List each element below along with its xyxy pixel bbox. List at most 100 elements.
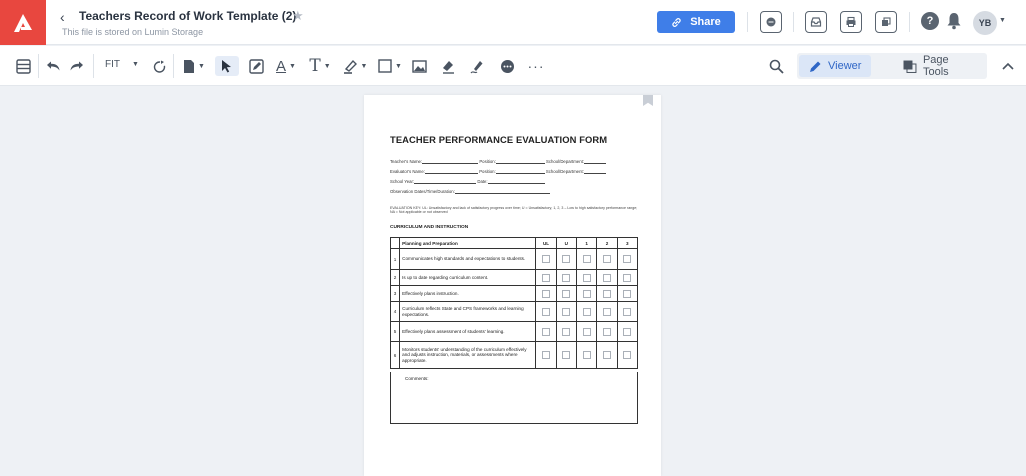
tray-icon[interactable] (805, 11, 827, 33)
rating-checkbox[interactable] (582, 289, 591, 298)
divider (93, 54, 94, 78)
mode-switcher: Viewer Page Tools (797, 53, 987, 79)
rating-checkbox[interactable] (623, 327, 632, 336)
rating-checkbox[interactable] (623, 255, 632, 263)
rating-checkbox[interactable] (582, 255, 591, 263)
field-line[interactable] (487, 180, 545, 184)
rating-checkbox[interactable] (542, 327, 550, 336)
rating-checkbox[interactable] (602, 255, 611, 263)
rating-checkbox[interactable] (602, 273, 611, 282)
chevron-down-icon[interactable]: ▼ (132, 61, 139, 68)
rating-checkbox[interactable] (562, 351, 571, 359)
help-icon[interactable]: ? (921, 12, 939, 30)
field-line[interactable] (422, 160, 479, 164)
field-line[interactable] (454, 190, 550, 194)
row-number: 3 (389, 285, 401, 302)
form-row-evaluator: Evaluator's Name: Position: School/Depar… (390, 169, 606, 174)
file-title[interactable]: Teachers Record of Work Template (2) (79, 9, 296, 23)
text-tool-icon[interactable]: T ▼ (307, 56, 333, 76)
rating-checkbox[interactable] (602, 327, 611, 336)
rating-checkbox[interactable] (623, 307, 632, 316)
zoom-select[interactable]: FIT (105, 59, 120, 70)
table-header-cell: 3 (616, 237, 639, 249)
collapse-icon[interactable] (999, 56, 1017, 76)
field-label: Evaluator's Name: (390, 169, 425, 174)
rating-checkbox[interactable] (542, 289, 550, 298)
redo-icon[interactable] (68, 56, 86, 76)
row-criterion: Monitors students' understanding of the … (399, 341, 537, 369)
lumin-logo-icon (14, 13, 32, 32)
page-tools-mode-button[interactable]: Page Tools (893, 54, 987, 78)
table-header-cell: 1 (575, 237, 598, 249)
back-icon[interactable]: ‹ (60, 9, 65, 25)
rating-checkbox[interactable] (562, 307, 571, 316)
field-label: School Year: (390, 179, 415, 184)
link-icon (672, 17, 681, 27)
row-number: 5 (389, 321, 401, 342)
star-icon[interactable]: ★ (292, 8, 304, 24)
search-icon[interactable] (767, 56, 785, 76)
toolbar: FIT ▼ ▼ A ▼ T ▼ ▼ ▼ ··· Viewer Page Tool… (0, 46, 1026, 86)
table-header-cell: UL (535, 237, 557, 249)
field-line[interactable] (495, 160, 545, 164)
rating-checkbox[interactable] (623, 289, 632, 298)
duplicate-icon[interactable] (875, 11, 897, 33)
page-icon[interactable]: ▼ (181, 56, 207, 76)
table-header-cell: 2 (596, 237, 618, 249)
viewer-mode-button[interactable]: Viewer (799, 55, 872, 77)
highlighter-icon[interactable]: ▼ (342, 56, 368, 76)
rating-checkbox[interactable] (602, 351, 611, 359)
text-color-icon[interactable]: A ▼ (273, 56, 299, 76)
shape-icon[interactable]: ▼ (377, 56, 403, 76)
layout-icon[interactable] (14, 56, 32, 76)
field-line[interactable] (495, 170, 545, 174)
rating-checkbox[interactable] (542, 255, 550, 263)
rating-checkbox[interactable] (582, 273, 591, 282)
rating-checkbox[interactable] (582, 351, 591, 359)
comment-tool-icon[interactable] (498, 56, 516, 76)
rating-checkbox[interactable] (562, 289, 571, 298)
comment-icon[interactable] (760, 11, 782, 33)
pages-icon (903, 60, 917, 73)
rating-checkbox[interactable] (542, 307, 550, 316)
rating-checkbox[interactable] (582, 327, 591, 336)
rating-checkbox[interactable] (623, 351, 632, 359)
divider (173, 54, 174, 78)
share-button[interactable]: Share (657, 11, 735, 33)
select-tool-icon[interactable] (215, 56, 239, 76)
rating-checkbox[interactable] (562, 255, 571, 263)
signature-icon[interactable] (468, 56, 486, 76)
rating-checkbox[interactable] (602, 289, 611, 298)
rating-checkbox[interactable] (562, 327, 571, 336)
field-line[interactable] (424, 170, 478, 174)
rating-checkbox[interactable] (623, 273, 632, 282)
rating-checkbox[interactable] (582, 307, 591, 316)
lumin-logo[interactable] (0, 0, 46, 45)
pdf-page[interactable]: TEACHER PERFORMANCE EVALUATION FORM Teac… (364, 95, 661, 476)
rotate-icon[interactable] (150, 56, 168, 76)
page-tools-mode-label: Page Tools (922, 54, 949, 78)
more-icon[interactable]: ··· (526, 56, 546, 76)
form-row-teacher: Teacher's Name: Position: School/Departm… (390, 159, 606, 164)
eraser-icon[interactable] (439, 56, 457, 76)
row-number: 4 (389, 301, 401, 322)
image-icon[interactable] (410, 56, 428, 76)
comments-box[interactable]: Comments: (390, 372, 638, 424)
table-row: 5 Effectively plans assessment of studen… (389, 321, 639, 342)
print-icon[interactable] (840, 11, 862, 33)
undo-icon[interactable] (44, 56, 62, 76)
field-line[interactable] (583, 170, 606, 174)
divider (793, 12, 794, 32)
chevron-down-icon[interactable]: ▼ (999, 17, 1006, 24)
rating-checkbox[interactable] (562, 273, 571, 282)
avatar[interactable]: YB (973, 11, 997, 35)
bookmark-icon[interactable] (643, 95, 653, 106)
edit-pdf-icon[interactable] (246, 56, 266, 76)
field-line[interactable] (414, 180, 477, 184)
bell-icon[interactable] (946, 12, 962, 35)
rating-checkbox[interactable] (542, 351, 550, 359)
rating-checkbox[interactable] (542, 273, 550, 282)
rating-checkbox[interactable] (602, 307, 611, 316)
field-line[interactable] (583, 160, 606, 164)
divider (38, 54, 39, 78)
